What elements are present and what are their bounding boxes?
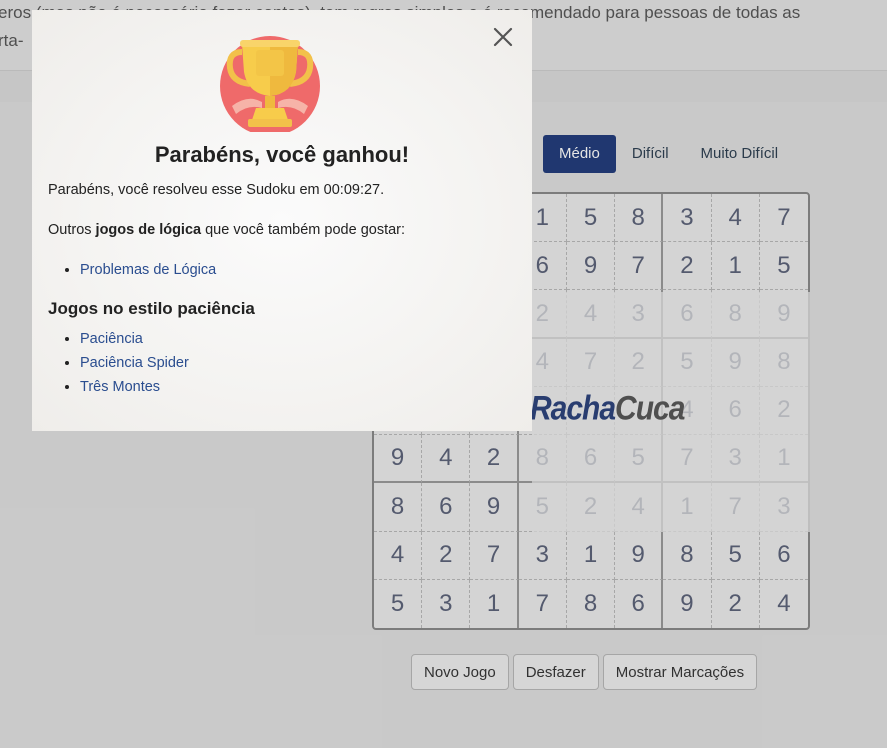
list-item: Paciência — [80, 327, 189, 351]
link-tres-montes[interactable]: Três Montes — [80, 379, 160, 395]
modal-message: Parabéns, você resolveu esse Sudoku em 0… — [48, 182, 385, 198]
link-paciencia-spider[interactable]: Paciência Spider — [80, 355, 189, 371]
list-item: Paciência Spider — [80, 351, 189, 375]
trophy-icon — [220, 36, 320, 132]
modal-title: Parabéns, você ganhou! — [154, 142, 410, 167]
others-prefix: Outros — [48, 222, 96, 238]
win-modal: Parabéns, você ganhou! Parabéns, você re… — [32, 10, 532, 431]
logic-games-list: Problemas de Lógica — [48, 258, 216, 282]
link-paciencia[interactable]: Paciência — [80, 331, 143, 347]
others-text: Outros jogos de lógica que você também p… — [48, 222, 405, 238]
list-item: Problemas de Lógica — [80, 258, 216, 282]
link-logic-problems[interactable]: Problemas de Lógica — [80, 262, 216, 278]
solitaire-heading: Jogos no estilo paciência — [48, 299, 255, 318]
others-bold: jogos de lógica — [95, 222, 202, 238]
solitaire-games-list: Paciência Paciência Spider Três Montes — [48, 327, 189, 399]
list-item: Três Montes — [80, 375, 189, 399]
close-icon[interactable] — [490, 24, 516, 50]
others-suffix: que você também pode gostar: — [201, 222, 406, 238]
